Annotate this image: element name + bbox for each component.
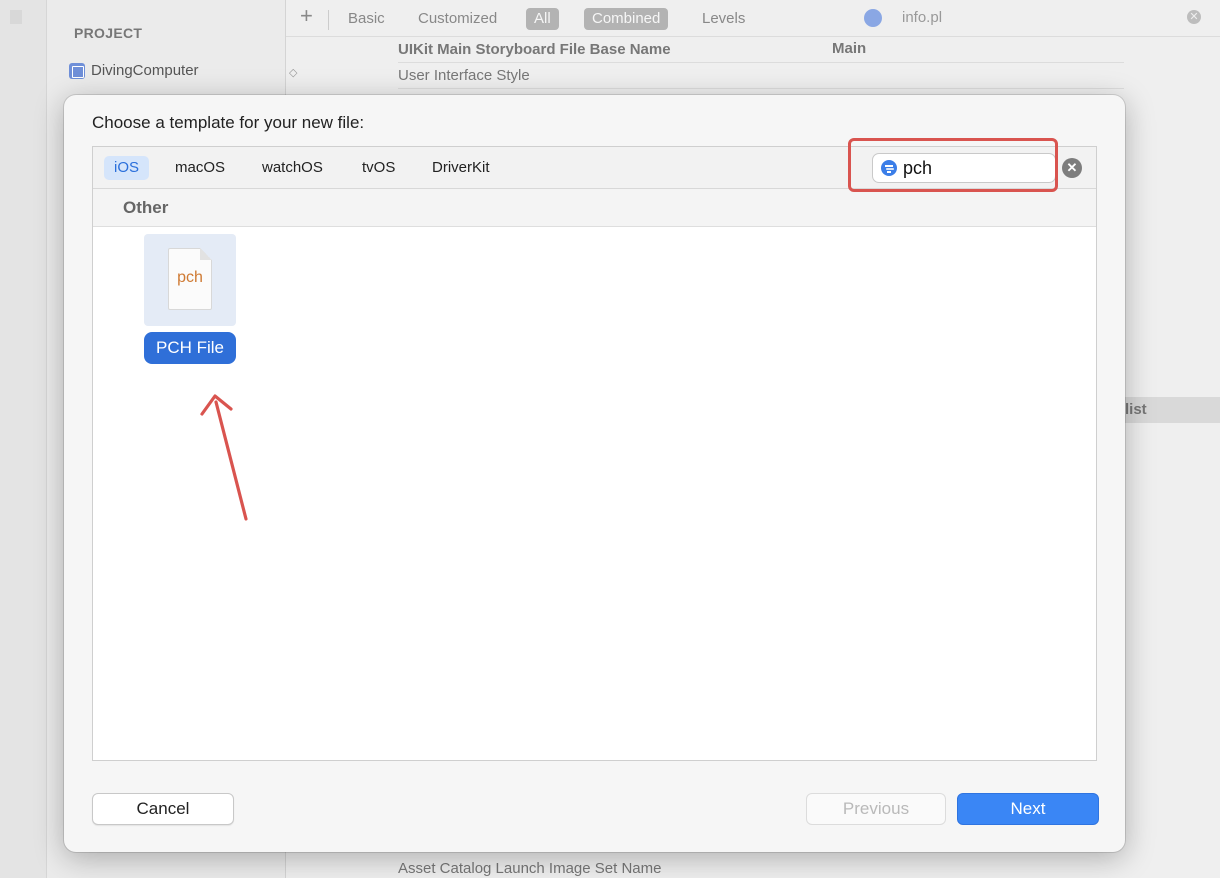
- settings-search-field[interactable]: info.pl ✕: [856, 6, 1211, 30]
- project-item-label: DivingComputer: [91, 62, 199, 79]
- tab-basic[interactable]: Basic: [348, 10, 385, 27]
- template-pch-file[interactable]: pch PCH File: [144, 234, 236, 366]
- build-settings-toolbar: + Basic Customized All Combined Levels i…: [286, 0, 1220, 37]
- project-item[interactable]: DivingComputer: [69, 62, 199, 79]
- tab-combined[interactable]: Combined: [584, 8, 669, 30]
- tab-customized[interactable]: Customized: [418, 10, 497, 27]
- dialog-title: Choose a template for your new file:: [92, 113, 365, 132]
- tab-watchos[interactable]: watchOS: [252, 156, 333, 180]
- storyboard-setting-value: Main: [832, 40, 867, 57]
- section-header: Other: [93, 189, 1096, 227]
- stepper-icon[interactable]: ◇: [289, 66, 297, 79]
- tab-macos[interactable]: macOS: [165, 156, 235, 180]
- notch: [10, 10, 22, 24]
- template-thumbnail: pch: [144, 234, 236, 326]
- document-icon: pch: [168, 248, 212, 310]
- settings-search-value: info.pl: [902, 9, 943, 26]
- toolbar-divider: [328, 10, 329, 30]
- previous-button[interactable]: Previous: [806, 793, 946, 825]
- cancel-button[interactable]: Cancel: [92, 793, 234, 825]
- tab-ios[interactable]: iOS: [104, 156, 150, 180]
- tab-levels[interactable]: Levels: [702, 10, 745, 27]
- clear-circle-icon[interactable]: ✕: [1062, 158, 1082, 178]
- row-divider: [398, 62, 1124, 63]
- next-button[interactable]: Next: [957, 793, 1099, 825]
- template-name-label: PCH File: [144, 332, 236, 364]
- file-extension-label: pch: [177, 269, 203, 286]
- asset-catalog-setting-key: Asset Catalog Launch Image Set Name: [398, 860, 662, 877]
- section-header-label: Other: [123, 198, 169, 217]
- selected-row-text: list: [1125, 401, 1147, 418]
- row-divider: [398, 88, 1124, 89]
- search-highlight-annotation: [848, 138, 1058, 192]
- filter-icon: [864, 9, 882, 27]
- project-header: PROJECT: [74, 25, 143, 41]
- navigator-strip: [0, 0, 47, 878]
- tab-all[interactable]: All: [526, 8, 559, 30]
- tab-driverkit[interactable]: DriverKit: [422, 156, 500, 180]
- pointer-arrow-annotation: [200, 394, 248, 521]
- selected-plist-row[interactable]: list: [1125, 397, 1220, 423]
- storyboard-setting-key: UIKit Main Storyboard File Base Name: [398, 41, 671, 58]
- app-project-icon: [69, 62, 85, 79]
- add-setting-button[interactable]: +: [300, 3, 313, 29]
- clear-search-icon[interactable]: ✕: [1187, 10, 1201, 24]
- tab-tvos[interactable]: tvOS: [352, 156, 405, 180]
- ui-style-setting-key: User Interface Style: [398, 67, 530, 84]
